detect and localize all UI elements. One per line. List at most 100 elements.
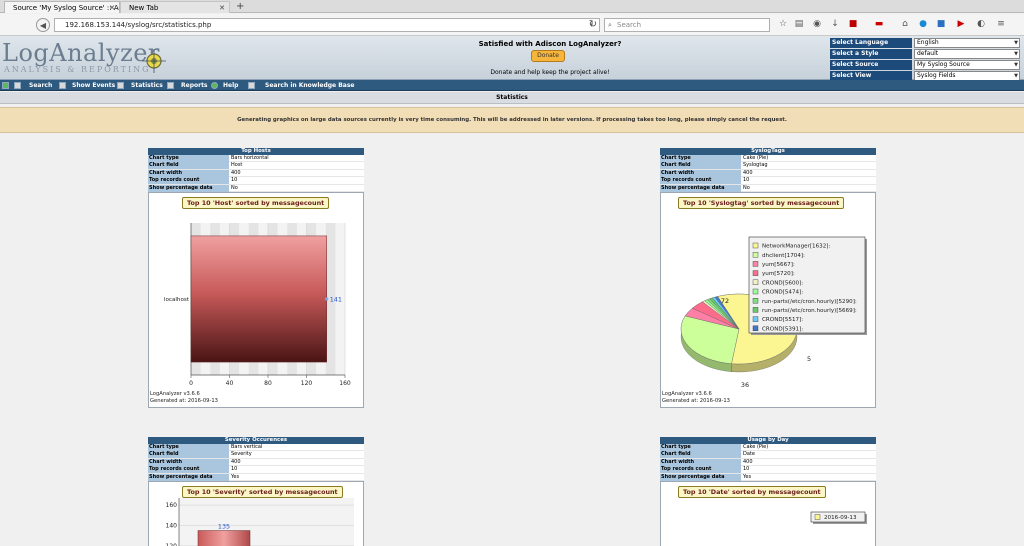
chevron-down-icon: ▼ bbox=[1014, 51, 1018, 57]
prop-value: Date bbox=[743, 451, 755, 458]
search-icon bbox=[14, 82, 21, 89]
data-label: 141 bbox=[330, 295, 342, 303]
prop-row: Chart width 400 bbox=[148, 458, 364, 467]
prop-value: 400 bbox=[231, 169, 241, 176]
search-input[interactable]: ⌕ Search bbox=[604, 18, 770, 32]
y-tick-label: 160 bbox=[166, 502, 178, 509]
prop-row: Top records count 10 bbox=[148, 177, 364, 185]
prop-value: Cake (Pie) bbox=[743, 444, 769, 450]
prop-row: Chart type Cake (Pie) bbox=[660, 444, 876, 452]
select-value: default bbox=[917, 50, 939, 57]
legend-swatch bbox=[752, 270, 759, 276]
donate-title: Satisfied with Adiscon LogAnalyzer? bbox=[478, 40, 622, 48]
browser-nav-bar: ◀ 192.168.153.144/syslog/src/statistics.… bbox=[0, 14, 1024, 36]
chart-footer-version: LogAnalyzer v3.6.6 bbox=[662, 390, 712, 397]
close-icon[interactable]: ✕ bbox=[109, 2, 115, 13]
url-input[interactable]: 192.168.153.144/syslog/src/statistics.ph… bbox=[54, 18, 600, 32]
source-select[interactable]: My Syslog Source ▼ bbox=[914, 60, 1020, 70]
close-icon[interactable]: ✕ bbox=[219, 2, 225, 13]
style-select[interactable]: default ▼ bbox=[914, 49, 1020, 59]
skype-icon[interactable]: ● bbox=[918, 19, 928, 29]
pocket-icon[interactable]: ◉ bbox=[812, 19, 822, 29]
bookmark-star-icon[interactable]: ☆ bbox=[778, 19, 788, 29]
statistics-icon bbox=[117, 82, 124, 89]
chart-area: Top 10 'Host' sorted by messagecount 0 40… bbox=[148, 191, 364, 408]
prop-label: Chart type bbox=[148, 444, 229, 451]
select-label: Select a Style bbox=[830, 49, 912, 59]
prop-row: Chart field Date bbox=[660, 451, 876, 459]
menu-show-events[interactable]: Show Events bbox=[72, 80, 115, 91]
menu-knowledge-base[interactable]: Search in Knowledge Base bbox=[265, 80, 354, 91]
legend-label: run-parts(/etc/cron.hourly)[5669]: bbox=[762, 308, 857, 314]
legend-label: CROND[5517]: bbox=[762, 317, 803, 323]
select-value: My Syslog Source bbox=[917, 61, 970, 68]
youtube-icon[interactable]: ▶ bbox=[956, 19, 966, 29]
loganalyzer-logo[interactable]: LogAnalyzer ANALYSIS & REPORTING bbox=[2, 39, 172, 77]
download-icon[interactable]: ↓ bbox=[830, 19, 840, 29]
prop-label: Chart field bbox=[660, 162, 741, 170]
donate-button[interactable]: Donate bbox=[531, 50, 565, 62]
panel-heading: Severity Occurences bbox=[148, 437, 364, 444]
prop-value: 400 bbox=[743, 458, 753, 465]
prop-row: Chart type Cake (Pie) bbox=[660, 155, 876, 163]
legend-label: yum[5667]: bbox=[762, 262, 795, 268]
chart-footer-generated: Generated at: 2016-09-13 bbox=[662, 397, 730, 404]
addon-icon-2[interactable]: ◐ bbox=[976, 19, 986, 29]
back-arrow-icon[interactable]: ◀ bbox=[36, 18, 50, 32]
select-style-row: Select a Style default ▼ bbox=[830, 49, 1020, 59]
chart-area: Top 10 'Syslogtag' sorted by messagecoun… bbox=[660, 191, 876, 408]
menu-reports[interactable]: Reports bbox=[181, 80, 208, 91]
legend-label: NetworkManager[1632]: bbox=[762, 244, 830, 250]
panel-heading: Top Hosts bbox=[148, 148, 364, 155]
warning-banner: Generating graphics on large data source… bbox=[0, 107, 1024, 133]
prop-label: Top records count bbox=[660, 177, 741, 185]
chevron-down-icon: ▼ bbox=[1014, 62, 1018, 68]
legend-swatch bbox=[814, 514, 821, 520]
legend-swatch bbox=[752, 307, 759, 313]
language-select[interactable]: English ▼ bbox=[914, 38, 1020, 48]
panel-heading: SyslogTags bbox=[660, 148, 876, 155]
slice-value-label: 72 bbox=[721, 297, 729, 305]
prop-row: Chart width 400 bbox=[660, 458, 876, 467]
select-value: Syslog Fields bbox=[917, 72, 956, 79]
prop-label: Show percentage data bbox=[148, 473, 229, 481]
prop-row: Top records count 10 bbox=[148, 466, 364, 474]
tab-title: Source 'My Syslog Source' :: Adi... bbox=[13, 4, 120, 12]
menu-search[interactable]: Search bbox=[29, 80, 52, 91]
chart-footer-version: LogAnalyzer v3.6.6 bbox=[150, 390, 200, 397]
reports-icon bbox=[167, 82, 174, 89]
x-tick-label: 40 bbox=[226, 380, 234, 387]
home-icon[interactable]: ⌂ bbox=[900, 19, 910, 29]
tab-syslog-source[interactable]: Source 'My Syslog Source' :: Adi... ✕ bbox=[4, 1, 120, 13]
prop-label: Chart type bbox=[660, 444, 741, 451]
menu-icon[interactable]: ≡ bbox=[996, 19, 1006, 29]
select-language-row: Select Language English ▼ bbox=[830, 38, 1020, 48]
clipboard-icon[interactable]: ▤ bbox=[794, 19, 804, 29]
addon-red-icon[interactable]: ▬ bbox=[874, 19, 884, 29]
prop-label: Chart field bbox=[148, 162, 229, 170]
prop-value: Yes bbox=[743, 473, 752, 480]
prop-value: 10 bbox=[743, 177, 750, 184]
x-tick-label: 0 bbox=[189, 380, 193, 387]
data-label: 135 bbox=[218, 522, 230, 530]
panel-top-hosts: Top Hosts Chart type Bars horizontal Char… bbox=[148, 148, 364, 408]
tab-new-tab[interactable]: New Tab ✕ bbox=[120, 1, 230, 13]
home-icon[interactable] bbox=[2, 82, 9, 89]
prop-value: 400 bbox=[743, 169, 753, 176]
logo-subtitle: ANALYSIS & REPORTING bbox=[4, 65, 151, 74]
slice-value-label: 5 bbox=[807, 355, 811, 363]
addon-blue-icon[interactable]: ■ bbox=[936, 19, 946, 29]
addon-icon[interactable]: ■ bbox=[848, 19, 858, 29]
menu-statistics[interactable]: Statistics bbox=[131, 80, 163, 91]
legend-label: CROND[5391]: bbox=[762, 326, 803, 332]
reload-icon[interactable]: ↻ bbox=[586, 18, 600, 32]
prop-value: Severity bbox=[231, 451, 252, 458]
new-tab-button[interactable]: + bbox=[236, 0, 244, 13]
panel-heading: Usage by Day bbox=[660, 437, 876, 444]
search-placeholder: Search bbox=[617, 21, 642, 29]
browser-tab-bar: Source 'My Syslog Source' :: Adi... ✕ Ne… bbox=[0, 0, 1024, 13]
slice-value-label: 36 bbox=[741, 381, 749, 389]
prop-label: Chart width bbox=[148, 458, 229, 466]
menu-help[interactable]: Help bbox=[223, 80, 238, 91]
legend-label: 2016-09-13 bbox=[824, 515, 857, 521]
